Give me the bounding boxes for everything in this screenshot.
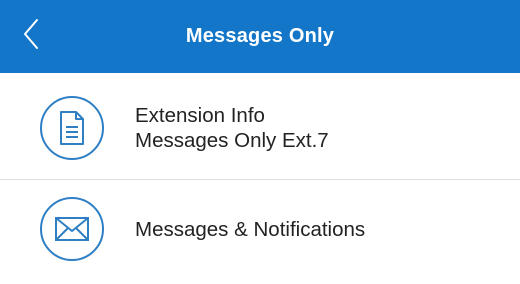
item-title: Extension Info <box>135 104 265 127</box>
envelope-icon <box>40 197 104 261</box>
item-title: Messages & Notifications <box>135 217 366 241</box>
list-item-messages-notifications[interactable]: Messages & Notifications <box>0 180 520 284</box>
back-button[interactable] <box>22 16 62 56</box>
chevron-left-icon <box>22 17 40 56</box>
document-icon <box>40 96 104 160</box>
page-title: Messages Only <box>185 25 335 47</box>
list-item-extension-info[interactable]: Extension Info Messages Only Ext.7 <box>0 76 520 180</box>
item-subtitle: Messages Only Ext.7 <box>135 129 329 152</box>
list-item-text: Messages & Notifications <box>135 217 365 242</box>
list-item-text: Extension Info Messages Only Ext.7 <box>135 103 329 153</box>
app-header: Messages Only <box>0 0 520 73</box>
